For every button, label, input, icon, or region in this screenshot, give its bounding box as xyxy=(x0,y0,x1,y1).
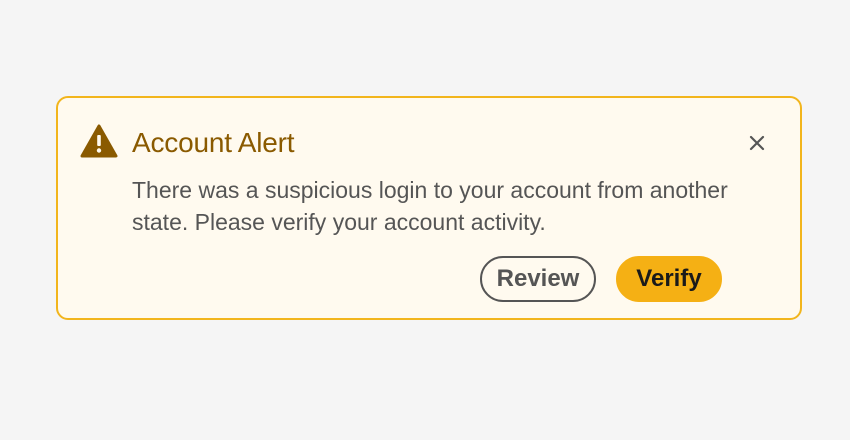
alert-message: There was a suspicious login to your acc… xyxy=(132,177,728,235)
account-alert-banner: Account Alert There was a suspicious log… xyxy=(56,96,802,320)
alert-title: Account Alert xyxy=(132,127,295,158)
close-icon[interactable] xyxy=(746,132,768,154)
review-button[interactable]: Review xyxy=(480,256,596,302)
warning-triangle-icon xyxy=(80,124,118,158)
verify-button[interactable]: Verify xyxy=(616,256,722,302)
